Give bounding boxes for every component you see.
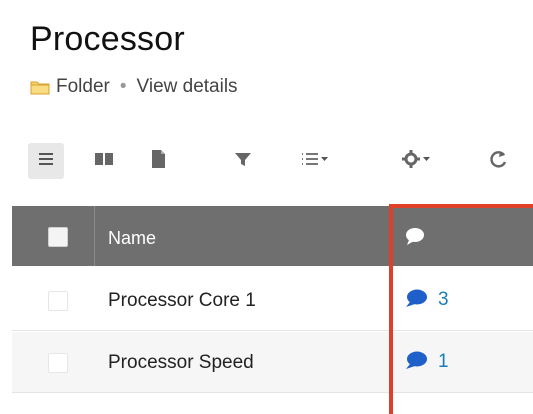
sort-button[interactable] <box>298 147 330 176</box>
comment-count[interactable]: 3 <box>438 289 449 311</box>
view-details-link[interactable]: View details <box>137 76 238 98</box>
column-header-comments[interactable] <box>404 226 426 251</box>
list-view-icon <box>34 147 58 176</box>
document-view-icon <box>146 147 170 176</box>
table-row[interactable]: Processor Core 1 3 <box>12 270 533 331</box>
document-view-button[interactable] <box>146 147 170 176</box>
row-name[interactable]: Processor Core 1 <box>108 290 256 312</box>
comment-icon <box>404 228 426 250</box>
folder-icon <box>30 79 50 95</box>
table-row[interactable]: Processor Speed 1 <box>12 332 533 393</box>
comment-icon <box>404 349 428 376</box>
row-name[interactable]: Processor Speed <box>108 352 254 374</box>
settings-button[interactable] <box>400 147 432 176</box>
board-view-icon <box>92 147 116 176</box>
filter-button[interactable] <box>232 147 254 176</box>
settings-icon <box>400 147 432 176</box>
refresh-icon <box>486 147 510 176</box>
board-view-button[interactable] <box>92 147 116 176</box>
row-checkbox[interactable] <box>48 353 68 373</box>
sort-icon <box>298 147 330 176</box>
select-all-checkbox[interactable] <box>48 227 68 247</box>
refresh-button[interactable] <box>486 147 510 176</box>
comment-count[interactable]: 1 <box>438 351 449 373</box>
breadcrumb: Folder • View details <box>30 76 238 98</box>
folder-label: Folder <box>56 76 110 97</box>
comment-cell[interactable]: 1 <box>404 332 449 392</box>
toolbar <box>0 143 533 179</box>
comment-icon <box>404 287 428 314</box>
list-view-button[interactable] <box>34 147 58 176</box>
separator-dot: • <box>119 76 127 97</box>
row-checkbox[interactable] <box>48 291 68 311</box>
comment-cell[interactable]: 3 <box>404 270 449 330</box>
column-header-name[interactable]: Name <box>108 228 156 249</box>
page-title: Processor <box>30 20 185 58</box>
select-all-cell <box>12 206 95 266</box>
filter-icon <box>232 147 254 176</box>
table-header: Name <box>12 206 533 266</box>
